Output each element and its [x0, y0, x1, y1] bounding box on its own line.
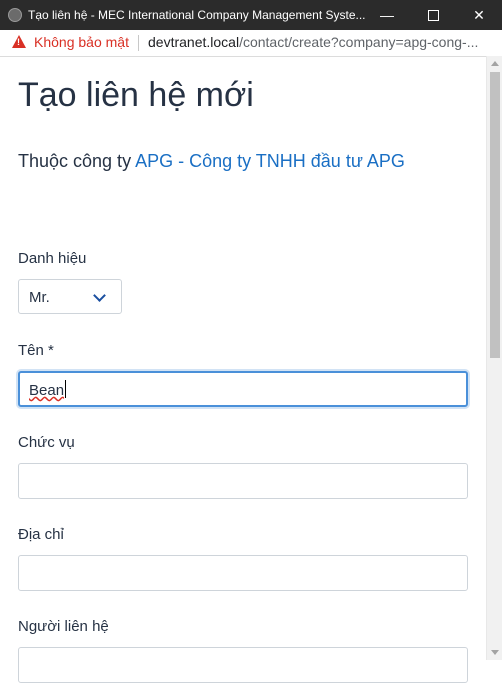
title-select[interactable]: Mr. — [18, 279, 122, 314]
browser-icon — [8, 8, 22, 22]
warning-icon — [12, 35, 26, 48]
address-separator — [138, 35, 139, 51]
address-label: Địa chỉ — [18, 526, 64, 543]
url-path: /contact/create?company=apg-cong-... — [239, 34, 479, 50]
maximize-button[interactable] — [410, 0, 456, 30]
title-select-value: Mr. — [29, 289, 50, 306]
contact-person-label: Người liên hệ — [18, 618, 109, 635]
company-line: Thuộc công ty APG - Công ty TNHH đầu tư … — [18, 151, 405, 172]
name-label: Tên * — [18, 342, 54, 359]
position-input[interactable] — [18, 463, 468, 499]
minimize-button[interactable]: — — [364, 0, 410, 30]
scroll-down-icon[interactable] — [491, 650, 499, 655]
title-label: Danh hiệu — [18, 250, 87, 267]
maximize-icon — [427, 9, 439, 21]
scrollbar-thumb[interactable] — [490, 72, 500, 358]
vertical-scrollbar[interactable] — [486, 56, 502, 660]
text-caret — [65, 380, 66, 398]
url-host: devtranet.local — [148, 34, 240, 50]
company-prefix: Thuộc công ty — [18, 151, 132, 171]
contact-person-input[interactable] — [18, 647, 468, 683]
window-title: Tạo liên hệ - MEC International Company … — [28, 8, 366, 22]
name-input-value: Bean — [29, 382, 65, 399]
close-button[interactable]: ✕ — [456, 0, 502, 30]
position-label: Chức vụ — [18, 434, 75, 451]
name-input[interactable]: Bean — [18, 371, 468, 407]
company-link[interactable]: APG - Công ty TNHH đầu tư APG — [135, 151, 405, 171]
url-text[interactable]: devtranet.local/contact/create?company=a… — [148, 34, 488, 50]
window-titlebar: Tạo liên hệ - MEC International Company … — [0, 0, 502, 30]
address-input[interactable] — [18, 555, 468, 591]
security-warning[interactable]: Không bảo mật — [34, 34, 129, 50]
address-bar[interactable]: Không bảo mật devtranet.local/contact/cr… — [0, 30, 502, 57]
chevron-down-icon — [93, 289, 106, 302]
scroll-up-icon[interactable] — [491, 61, 499, 66]
page-title: Tạo liên hệ mới — [18, 76, 254, 114]
